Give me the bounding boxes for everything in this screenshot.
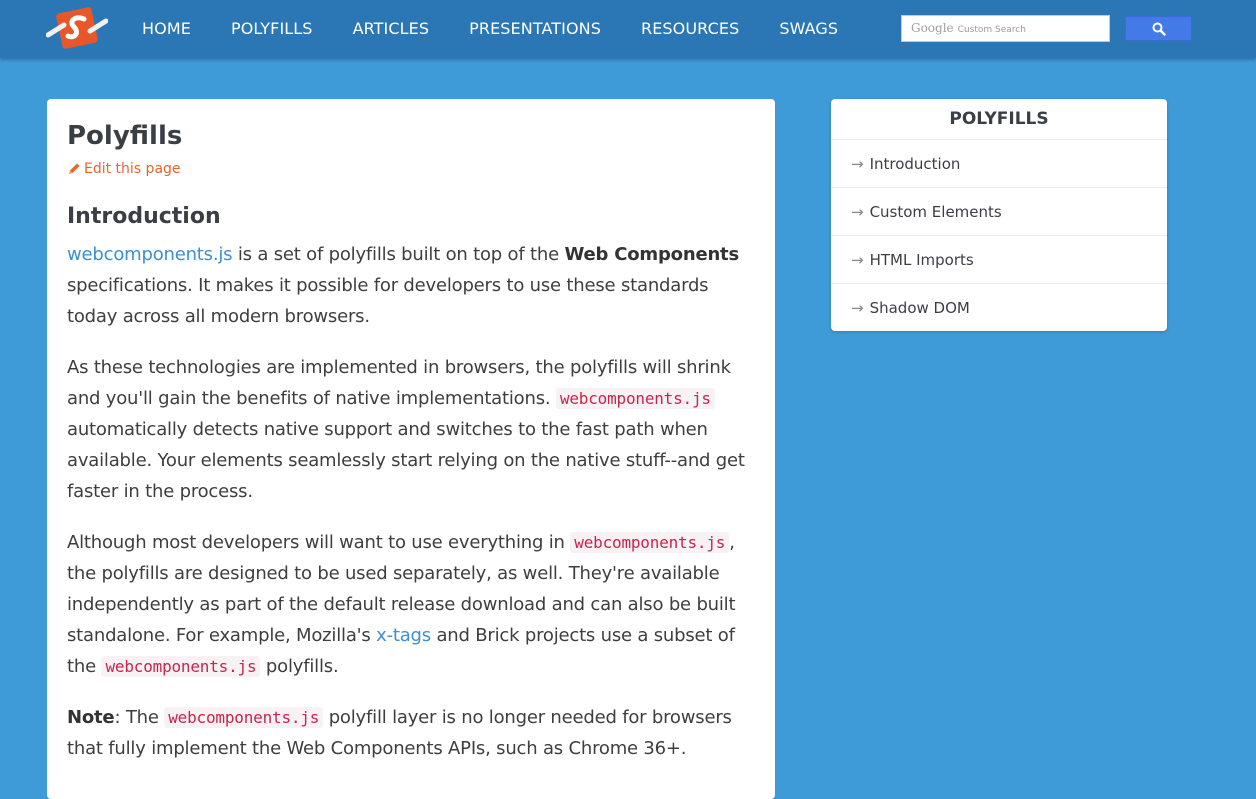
edit-page-label: Edit this page bbox=[84, 161, 181, 177]
page-title: Polyfills bbox=[67, 121, 183, 151]
intro-paragraph-1: webcomponents.js is a set of polyfills b… bbox=[67, 239, 755, 332]
logo-icon bbox=[45, 7, 109, 49]
nav-home[interactable]: HOME bbox=[142, 0, 191, 58]
main-nav: HOME POLYFILLS ARTICLES PRESENTATIONS RE… bbox=[142, 0, 878, 58]
p1-text-1: is a set of polyfills built on top of th… bbox=[232, 244, 565, 265]
p4-code: webcomponents.js bbox=[164, 707, 324, 728]
sidebar-title: POLYFILLS bbox=[831, 99, 1167, 140]
arrow-right-icon: → bbox=[851, 154, 864, 173]
nav-polyfills[interactable]: POLYFILLS bbox=[231, 0, 313, 58]
p3-text-1: Although most developers will want to us… bbox=[67, 532, 571, 553]
site-logo[interactable] bbox=[45, 5, 109, 51]
intro-paragraph-4: Note: The webcomponents.js polyfill laye… bbox=[67, 702, 755, 764]
section-title-introduction: Introduction bbox=[67, 204, 221, 229]
nav-articles[interactable]: ARTICLES bbox=[353, 0, 430, 58]
search-icon bbox=[1152, 22, 1166, 36]
arrow-right-icon: → bbox=[851, 202, 864, 221]
search-box: Google Custom Search bbox=[901, 15, 1110, 42]
sidebar-item-html-imports[interactable]: → HTML Imports bbox=[831, 236, 1167, 284]
pencil-icon bbox=[69, 163, 80, 174]
p3-code-1: webcomponents.js bbox=[570, 532, 730, 553]
edit-page-link[interactable]: Edit this page bbox=[67, 161, 181, 177]
arrow-right-icon: → bbox=[851, 298, 864, 317]
webcomponents-link[interactable]: webcomponents.js bbox=[67, 244, 233, 265]
arrow-right-icon: → bbox=[851, 250, 864, 269]
top-navigation-bar: HOME POLYFILLS ARTICLES PRESENTATIONS RE… bbox=[0, 0, 1256, 58]
sidebar-item-label: Shadow DOM bbox=[869, 298, 970, 317]
sidebar-item-shadow-dom[interactable]: → Shadow DOM bbox=[831, 284, 1167, 331]
nav-swags[interactable]: SWAGS bbox=[779, 0, 838, 58]
sidebar-item-label: HTML Imports bbox=[869, 250, 974, 269]
sidebar-item-introduction[interactable]: → Introduction bbox=[831, 140, 1167, 188]
x-tags-link[interactable]: x-tags bbox=[376, 625, 431, 646]
p2-text-2: automatically detects native support and… bbox=[67, 419, 745, 502]
sidebar-toc: POLYFILLS → Introduction → Custom Elemen… bbox=[831, 99, 1167, 331]
p4-text-1: : The bbox=[114, 707, 165, 728]
p4-bold: Note bbox=[67, 707, 115, 728]
intro-paragraph-2: As these technologies are implemented in… bbox=[67, 352, 755, 507]
main-content-card: Polyfills Edit this page Introduction we… bbox=[47, 99, 775, 799]
sidebar-item-label: Custom Elements bbox=[869, 202, 1002, 221]
p3-code-2: webcomponents.js bbox=[101, 656, 261, 677]
p1-bold: Web Components bbox=[564, 244, 739, 265]
search-button[interactable] bbox=[1125, 16, 1192, 41]
intro-paragraph-3: Although most developers will want to us… bbox=[67, 527, 755, 682]
sidebar-item-label: Introduction bbox=[869, 154, 961, 173]
search-input[interactable] bbox=[902, 16, 1109, 41]
nav-presentations[interactable]: PRESENTATIONS bbox=[469, 0, 601, 58]
p1-text-2: specifications. It makes it possible for… bbox=[67, 275, 709, 327]
p3-text-4: polyfills. bbox=[260, 656, 339, 677]
nav-resources[interactable]: RESOURCES bbox=[641, 0, 739, 58]
p2-code: webcomponents.js bbox=[555, 388, 715, 409]
sidebar-item-custom-elements[interactable]: → Custom Elements bbox=[831, 188, 1167, 236]
